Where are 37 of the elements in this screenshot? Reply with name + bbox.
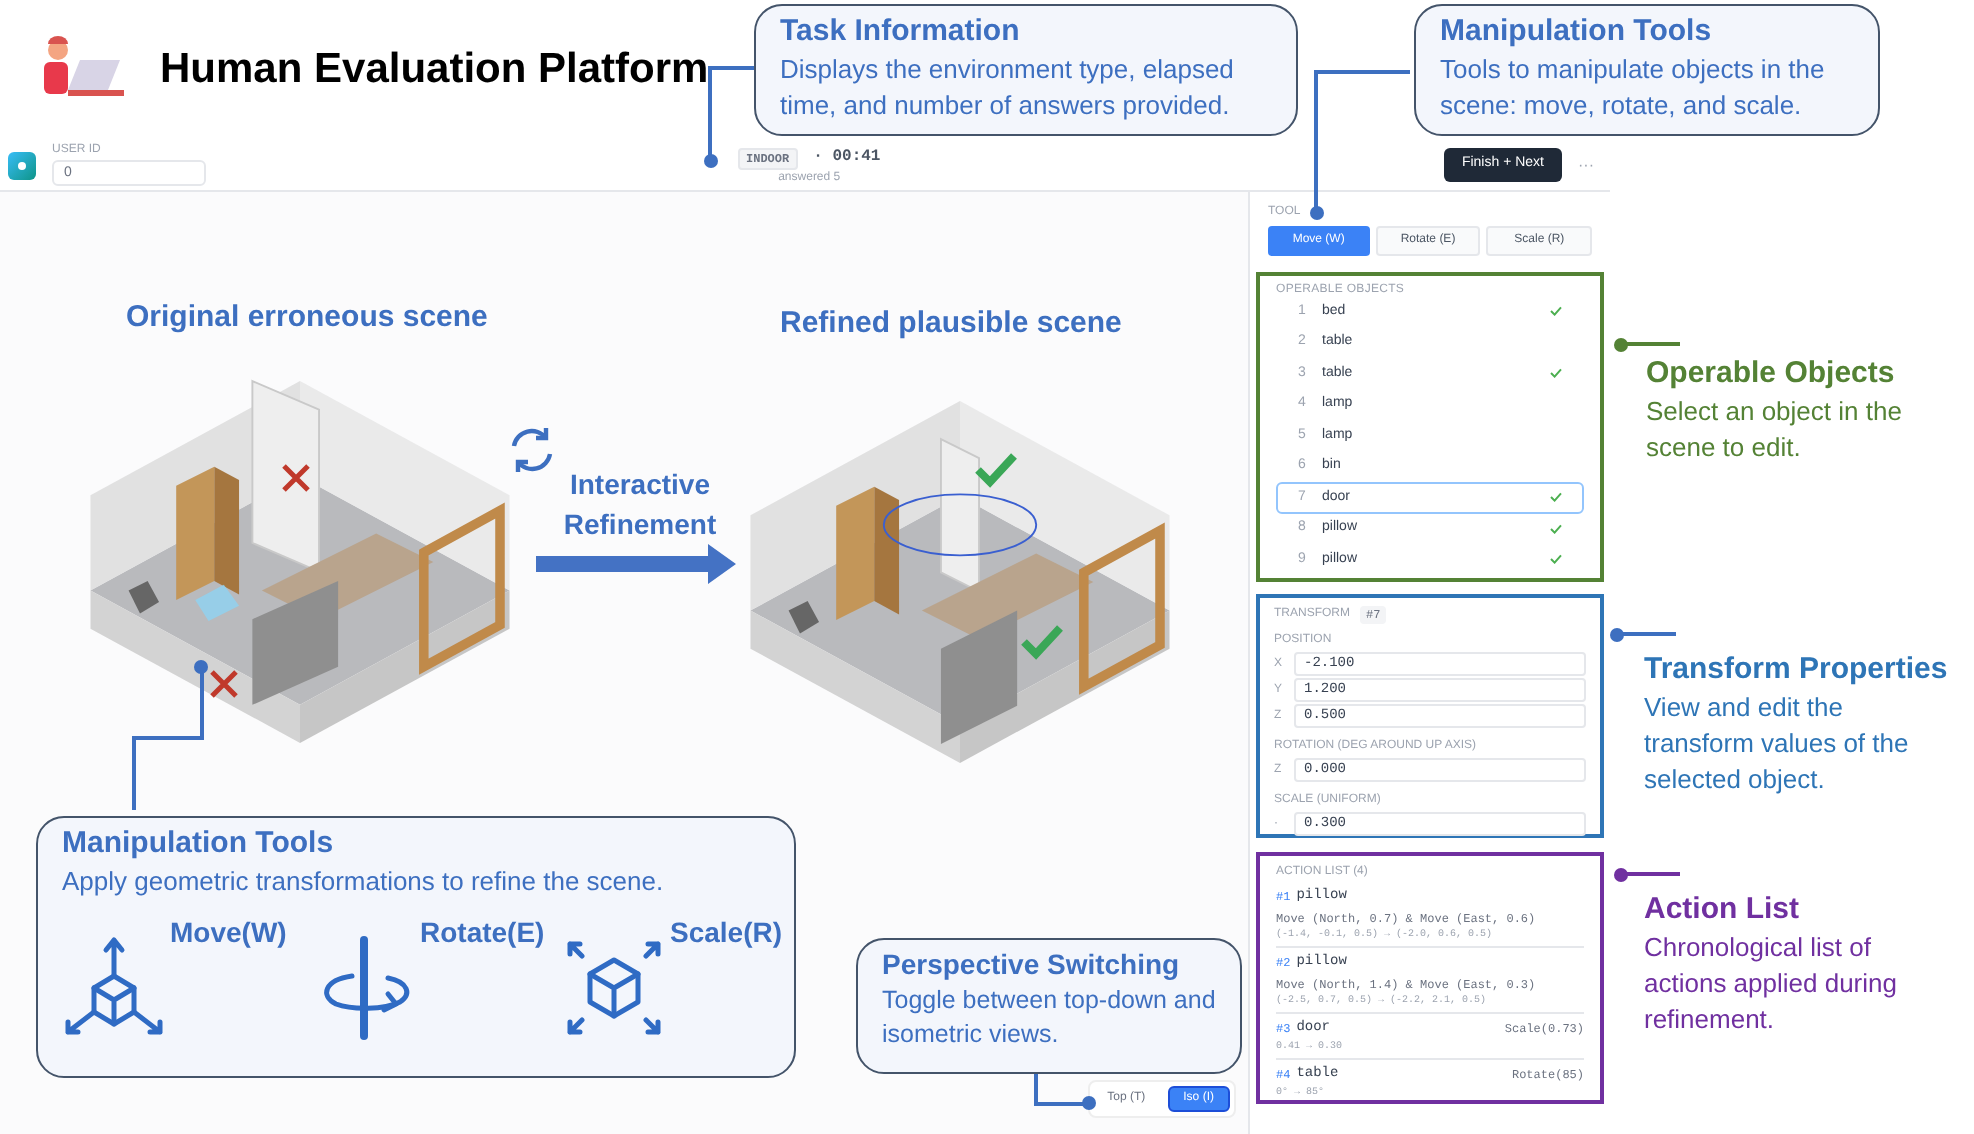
check-icon — [1550, 554, 1562, 565]
check-mark-icon — [974, 452, 1018, 488]
x-mark-icon — [280, 462, 312, 494]
check-icon — [1550, 492, 1562, 503]
elapsed-timer: · 00:41 — [813, 146, 881, 170]
annotation-text: Select an object in the scene to edit. — [1646, 393, 1904, 466]
right-arrow-icon — [536, 544, 736, 584]
callout-text: Toggle between top-down and isometric views. — [882, 983, 1216, 1052]
check-mark-icon — [1020, 624, 1064, 660]
leader-line — [1316, 72, 1410, 212]
x-mark-icon — [208, 668, 240, 700]
page-title: Human Evaluation Platform — [160, 44, 709, 97]
tool-label: Rotate(E) — [420, 913, 545, 952]
scene-title: Original erroneous scene — [126, 298, 488, 338]
refinement-label: Interactive Refinement — [561, 466, 719, 544]
callout-title: Manipulation Tools — [62, 826, 336, 864]
annotation-text: Chronological list of actions applied during refinement. — [1644, 929, 1899, 1038]
annotation-title: Operable Objects — [1646, 356, 1897, 394]
scene-title: Refined plausible scene — [780, 304, 1122, 344]
callout-title: Perspective Switching — [882, 948, 1182, 983]
annotation-title: Transform Properties — [1644, 652, 1948, 690]
callout-title: Task Information — [780, 14, 1022, 52]
callout-text: Apply geometric transformations to refine the scene. — [62, 863, 666, 900]
annotation-title: Action List — [1644, 892, 1801, 930]
check-icon — [1550, 368, 1562, 379]
app-logo-icon — [8, 151, 36, 179]
tool-label: Scale(R) — [670, 913, 783, 952]
move-axes-icon — [62, 935, 166, 1040]
scale-cube-icon — [562, 935, 666, 1040]
callout-text: Displays the environment type, elapsed time, and number of answers provided. — [780, 51, 1236, 123]
callout-text: Tools to manipulate objects in the scene: move, rotate, and scale. — [1440, 51, 1827, 123]
check-icon — [1550, 523, 1562, 534]
annotation-text: View and edit the transform values of the selected object. — [1644, 689, 1911, 798]
tool-label: Move(W) — [170, 913, 287, 952]
callout-title: Manipulation Tools — [1440, 14, 1714, 52]
leader-line — [1036, 1074, 1088, 1104]
check-icon — [1550, 306, 1562, 317]
